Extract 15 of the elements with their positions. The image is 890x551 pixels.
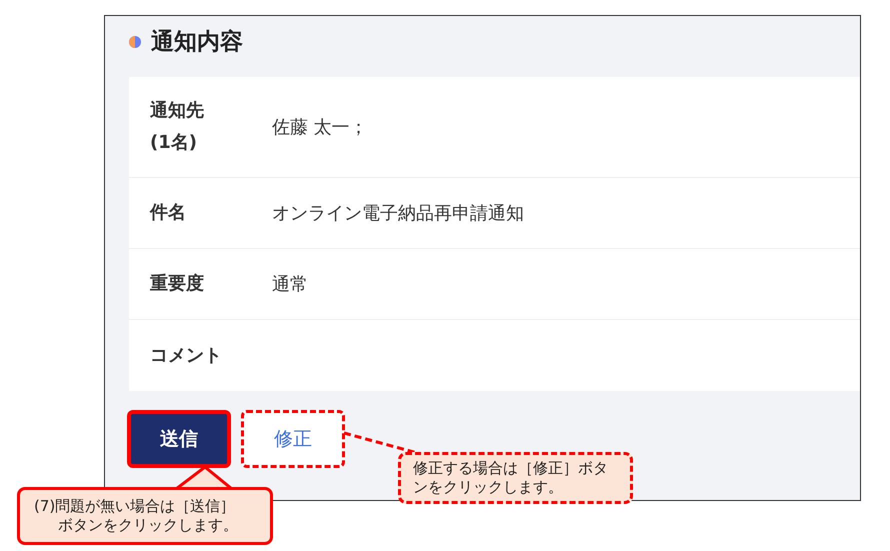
callout-text: (7)問題が無い場合は［送信］ bbox=[34, 497, 236, 516]
field-label: 重要度 bbox=[150, 272, 205, 296]
edit-button[interactable]: 修正 bbox=[241, 410, 345, 468]
dot-icon bbox=[129, 36, 141, 48]
field-value: 通常 bbox=[272, 272, 308, 296]
section-title: 通知内容 bbox=[151, 28, 243, 57]
send-button[interactable]: 送信 bbox=[127, 410, 231, 468]
field-label: 件名 bbox=[150, 201, 187, 225]
field-label: コメント bbox=[150, 344, 223, 368]
field-value: オンライン電子納品再申請通知 bbox=[272, 202, 524, 226]
field-value: 佐藤 太一； bbox=[272, 116, 368, 140]
field-label: 通知先 (1名) bbox=[150, 99, 205, 155]
callout-text: ボタンをクリックします。 bbox=[57, 516, 239, 535]
callout-text: 修正する場合は［修正］ボタ bbox=[413, 459, 609, 478]
callout-text: ンをクリックします。 bbox=[413, 478, 564, 497]
